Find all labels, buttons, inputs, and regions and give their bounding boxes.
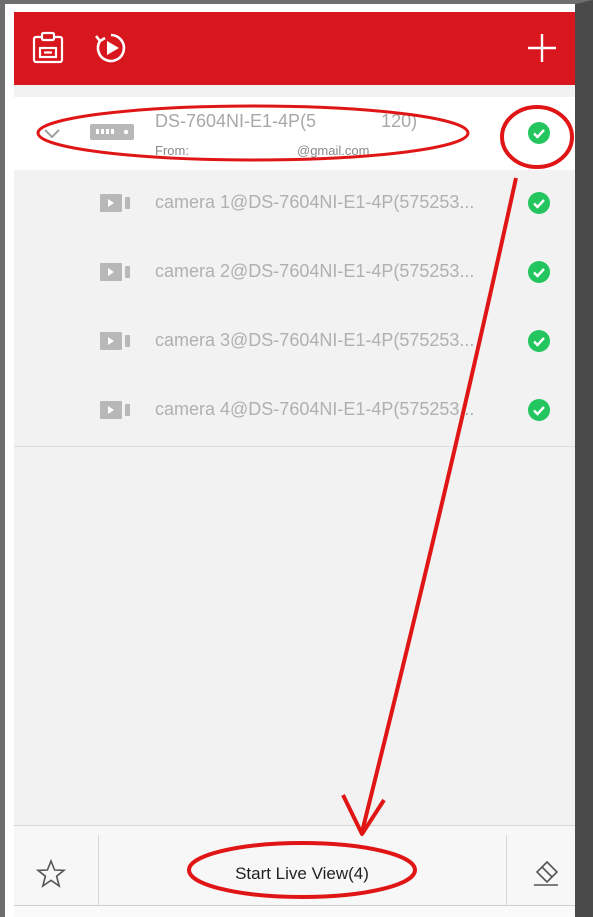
camera-label: camera 3@DS-7604NI-E1-4P(575253... bbox=[155, 330, 475, 350]
camera-label: camera 1@DS-7604NI-E1-4P(575253... bbox=[155, 192, 475, 212]
playback-icon[interactable] bbox=[91, 28, 131, 68]
camera-label: camera 2@DS-7604NI-E1-4P(575253... bbox=[155, 261, 475, 281]
camera-icon bbox=[100, 194, 130, 212]
list-item[interactable]: camera 3@DS-7604NI-E1-4P(575253... bbox=[14, 308, 580, 377]
online-check-icon bbox=[528, 261, 550, 283]
camera-icon bbox=[100, 332, 130, 350]
list-item[interactable]: camera 4@DS-7604NI-E1-4P(575253... bbox=[14, 377, 580, 446]
device-list: DS-7604NI-E1-4P(5 120) From: @gmail.com … bbox=[14, 97, 580, 447]
device-row[interactable]: DS-7604NI-E1-4P(5 120) From: @gmail.com bbox=[14, 97, 580, 170]
online-check-icon bbox=[528, 399, 550, 421]
dvr-icon bbox=[90, 124, 134, 140]
online-check-icon bbox=[528, 122, 550, 144]
chevron-down-icon[interactable] bbox=[40, 121, 64, 145]
bottom-toolbar: Start Live View(4) bbox=[14, 825, 580, 917]
add-icon[interactable] bbox=[522, 28, 562, 68]
divider bbox=[506, 835, 507, 905]
online-check-icon bbox=[528, 192, 550, 214]
top-toolbar bbox=[14, 12, 580, 85]
start-live-view-button[interactable]: Start Live View(4) bbox=[192, 860, 412, 888]
device-from-label: From: bbox=[155, 143, 189, 158]
device-name: DS-7604NI-E1-4P(5 120) bbox=[155, 111, 418, 131]
device-email: @gmail.com bbox=[297, 143, 370, 158]
star-icon[interactable] bbox=[36, 859, 66, 889]
camera-label: camera 4@DS-7604NI-E1-4P(575253... bbox=[155, 399, 475, 419]
list-item[interactable]: camera 2@DS-7604NI-E1-4P(575253... bbox=[14, 239, 580, 308]
camera-icon bbox=[100, 263, 130, 281]
eraser-icon[interactable] bbox=[531, 858, 561, 888]
camera-icon bbox=[100, 401, 130, 419]
online-check-icon bbox=[528, 330, 550, 352]
divider bbox=[98, 835, 99, 905]
clipboard-icon[interactable] bbox=[28, 28, 68, 68]
device-list-screen: DS-7604NI-E1-4P(5 120) From: @gmail.com … bbox=[14, 12, 580, 917]
list-item[interactable]: camera 1@DS-7604NI-E1-4P(575253... bbox=[14, 170, 580, 239]
bottom-strip bbox=[14, 905, 580, 917]
